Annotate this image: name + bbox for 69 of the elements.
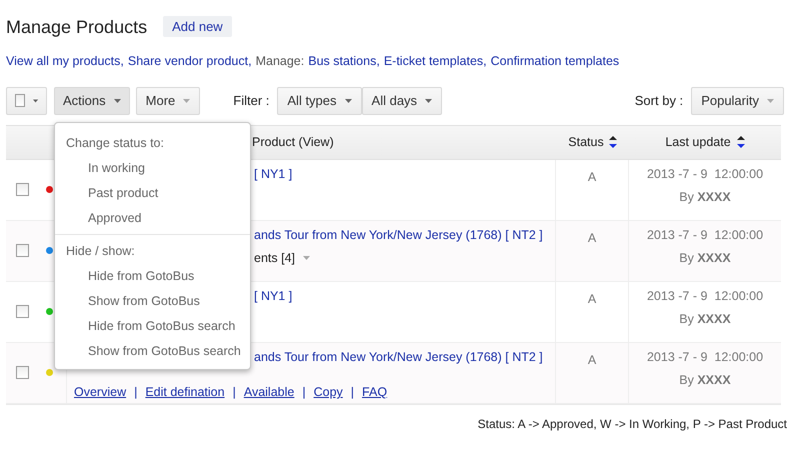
- nav-link[interactable]: E-ticket templates,: [384, 52, 487, 71]
- status-cell-text: A: [588, 352, 596, 369]
- caret-icon: [303, 256, 310, 260]
- sort-label: Sort by :: [634, 92, 684, 110]
- menu-item[interactable]: Hide from GotoBus: [55, 268, 194, 284]
- menu-heading: Change status to:: [65, 135, 164, 151]
- action-link[interactable]: Available: [244, 383, 294, 402]
- more-button[interactable]: More: [136, 86, 200, 115]
- checkbox[interactable]: [16, 244, 29, 258]
- column-header: Last update: [665, 134, 731, 151]
- caret-icon: [767, 98, 774, 103]
- caret-icon: [344, 98, 352, 103]
- separator: |: [350, 384, 354, 401]
- column-header: Product (View): [252, 134, 334, 149]
- nav-link[interactable]: Confirmation templates: [490, 52, 620, 71]
- checkbox[interactable]: [16, 305, 29, 318]
- menu-item[interactable]: Show from GotoBus: [55, 293, 200, 309]
- action-link[interactable]: Overview: [74, 383, 126, 402]
- add-new-button[interactable]: Add new: [163, 16, 232, 37]
- update-date: 2013 -7 - 9 12:00:00: [646, 166, 764, 183]
- menu-item[interactable]: Show from GotoBus search: [55, 343, 241, 363]
- checkbox[interactable]: [15, 94, 25, 108]
- page-title: Manage Products: [6, 18, 148, 36]
- caret-icon: [32, 98, 38, 103]
- column-header: Status: [568, 134, 604, 151]
- updated-by: By XXXX: [679, 372, 731, 389]
- action-link[interactable]: Edit defination: [145, 383, 225, 402]
- sort-dropdown[interactable]: Popularity: [691, 86, 784, 115]
- caret-icon: [183, 98, 190, 103]
- updated-by: By XXXX: [679, 188, 731, 206]
- status-cell-text: A: [588, 290, 596, 308]
- nav-link[interactable]: Share vendor product,: [128, 52, 252, 71]
- menu-item[interactable]: Approved: [55, 210, 142, 230]
- product-link[interactable]: ands Tour from New York/New Jersey (1768) [ NT2 ]: [254, 348, 543, 366]
- menu-heading: Hide / show:: [65, 243, 135, 259]
- filter-dropdown[interactable]: All days: [362, 86, 442, 115]
- actions-button[interactable]: Actions: [54, 86, 130, 115]
- separator: |: [302, 384, 306, 401]
- departments-dropdown[interactable]: ents [4]: [254, 248, 310, 268]
- menu-item[interactable]: Hide from GotoBus search: [55, 318, 236, 334]
- caret-icon: [114, 98, 121, 103]
- checkbox[interactable]: [16, 183, 29, 196]
- separator: |: [232, 384, 236, 401]
- filter-label: Filter :: [233, 92, 270, 110]
- menu-item[interactable]: In working: [55, 160, 145, 176]
- action-link[interactable]: Copy: [314, 383, 343, 402]
- sort-icon[interactable]: [736, 135, 745, 150]
- product-link[interactable]: ands Tour from New York/New Jersey (1768) [ NT2 ]: [254, 226, 543, 244]
- updated-by: By XXXX: [679, 310, 731, 328]
- menu-item[interactable]: Past product: [55, 185, 158, 201]
- sort-icon[interactable]: [608, 135, 617, 150]
- nav-link[interactable]: Bus stations,: [308, 52, 380, 71]
- status-cell-text: A: [588, 168, 596, 186]
- updated-by: By XXXX: [679, 250, 731, 267]
- action-link[interactable]: FAQ: [362, 383, 388, 402]
- separator: |: [134, 384, 138, 401]
- filter-dropdown[interactable]: All types: [277, 86, 362, 115]
- manage-label: Manage:: [256, 53, 304, 70]
- caret-icon: [425, 98, 432, 103]
- status-cell-text: A: [588, 230, 596, 247]
- status-legend: Status: A -> Approved, W -> In Working, P -> Past Product: [478, 414, 787, 433]
- product-link[interactable]: [ NY1 ]: [254, 286, 292, 306]
- update-date: 2013 -7 - 9 12:00:00: [646, 348, 764, 366]
- product-link[interactable]: [ NY1 ]: [254, 164, 292, 184]
- update-date: 2013 -7 - 9 12:00:00: [646, 288, 764, 305]
- select-all-dropdown[interactable]: [6, 86, 47, 115]
- checkbox[interactable]: [16, 366, 29, 380]
- nav-link[interactable]: View all my products,: [6, 52, 124, 71]
- update-date: 2013 -7 - 9 12:00:00: [646, 226, 764, 244]
